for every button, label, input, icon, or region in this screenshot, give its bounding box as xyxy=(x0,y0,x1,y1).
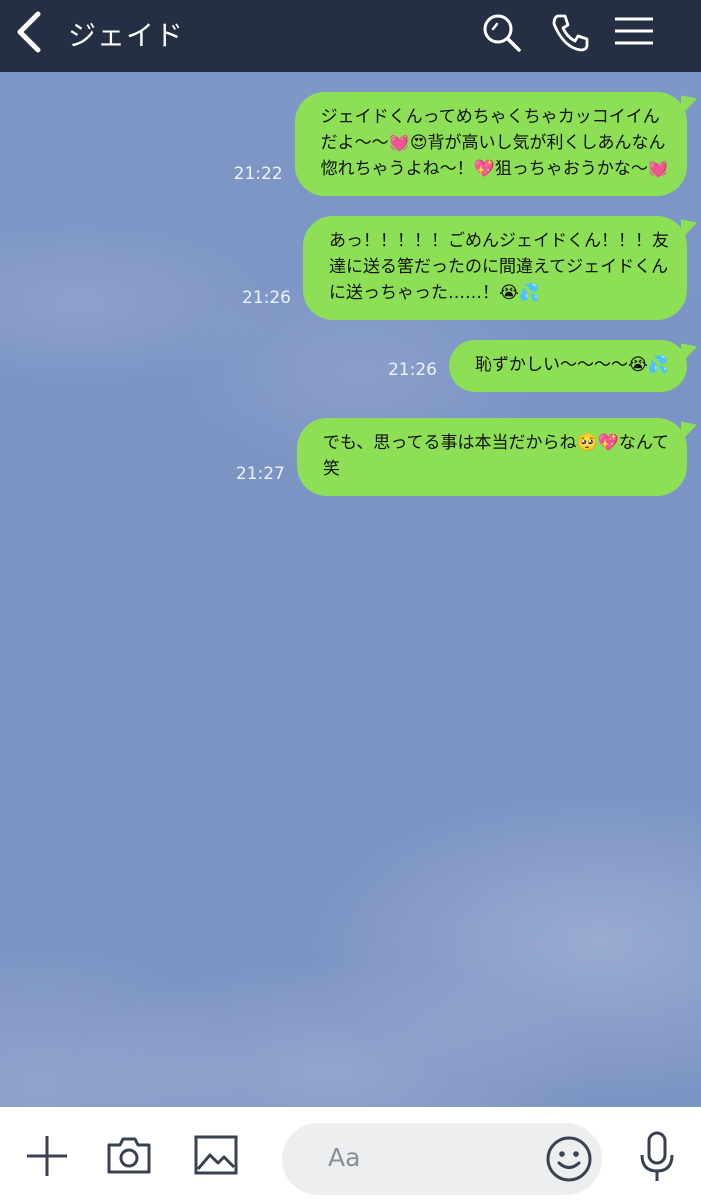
chat-title: ジェイド xyxy=(68,19,185,52)
search-icon[interactable] xyxy=(480,10,524,54)
input-bar: Aa xyxy=(0,1107,701,1200)
message-text: 達に送る筈だったのに間違えてジェイドくん xyxy=(329,257,669,277)
message-text: ジェイドくんってめちゃくちゃカッコイイん xyxy=(320,107,660,127)
message-row: 21:26 恥ずかしい〜〜〜〜😭💦 xyxy=(388,340,687,392)
camera-icon[interactable] xyxy=(106,1135,152,1175)
image-icon[interactable] xyxy=(194,1135,238,1175)
message-row: 21:22 ジェイドくんってめちゃくちゃカッコイイん だよ〜〜💓😍背が高いし気が… xyxy=(234,92,687,196)
phone-icon[interactable] xyxy=(548,10,592,54)
message-row: 21:26 あっ！！！！！ごめんジェイドくん！！！友 達に送る筈だったのに間違え… xyxy=(242,216,687,320)
message-text: 恥ずかしい〜〜〜〜😭💦 xyxy=(474,355,669,375)
chat-header: ジェイド xyxy=(0,0,701,72)
message-row: 21:27 でも、思ってる事は本当だからね🥺💖なんて 笑 xyxy=(236,418,687,496)
message-text: だよ〜〜💓😍背が高いし気が利くしあんなん xyxy=(320,133,666,153)
message-input[interactable]: Aa xyxy=(282,1123,602,1195)
message-text: に送っちゃった……！😭💦 xyxy=(329,283,541,303)
smiley-icon[interactable] xyxy=(544,1134,594,1184)
message-bubble[interactable]: ジェイドくんってめちゃくちゃカッコイイん だよ〜〜💓😍背が高いし気が利くしあんな… xyxy=(294,92,687,196)
message-time: 21:27 xyxy=(235,464,285,484)
message-time: 21:26 xyxy=(242,288,291,308)
chat-area[interactable]: 21:22 ジェイドくんってめちゃくちゃカッコイイん だよ〜〜💓😍背が高いし気が… xyxy=(0,72,701,1107)
message-bubble[interactable]: あっ！！！！！ごめんジェイドくん！！！友 達に送る筈だったのに間違えてジェイドく… xyxy=(303,216,687,320)
menu-icon[interactable] xyxy=(612,10,656,54)
message-text: 笑 xyxy=(322,459,340,479)
message-text: 惚れちゃうよね〜！💖狙っちゃおうかな〜💓 xyxy=(320,159,669,179)
message-text: でも、思ってる事は本当だからね🥺💖なんて xyxy=(322,433,669,453)
back-chevron-icon[interactable] xyxy=(10,10,50,54)
message-bubble[interactable]: でも、思ってる事は本当だからね🥺💖なんて 笑 xyxy=(296,418,687,496)
microphone-icon[interactable] xyxy=(638,1131,676,1183)
message-text: あっ！！！！！ごめんジェイドくん！！！友 xyxy=(329,231,669,251)
input-placeholder: Aa xyxy=(328,1143,361,1172)
message-time: 21:26 xyxy=(387,360,437,380)
message-time: 21:22 xyxy=(233,164,283,184)
message-bubble[interactable]: 恥ずかしい〜〜〜〜😭💦 xyxy=(448,340,687,392)
plus-icon[interactable] xyxy=(24,1133,70,1179)
